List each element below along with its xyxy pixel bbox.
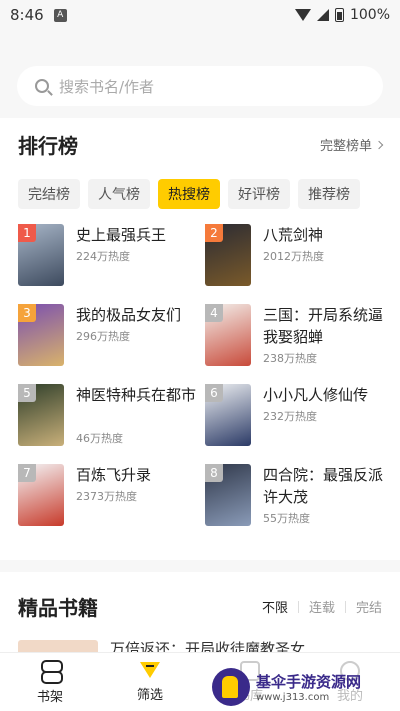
nav-bookshelf-label: 书架 (36, 689, 63, 705)
rank-number: 2 (205, 224, 223, 242)
wifi-icon (294, 9, 311, 21)
tab-hot-search[interactable]: 热搜榜 (158, 179, 220, 209)
full-ranking-label: 完整榜单 (319, 139, 372, 154)
book-title: 神医特种兵在都市 (76, 386, 197, 404)
book-title: 史上最强兵王 (76, 226, 167, 244)
book-heat: 232万热度 (263, 410, 317, 423)
premium-section: 精品书籍 不限 连载 完结 万倍返还：开局收徒魔教圣女 (0, 572, 400, 652)
watermark-url: www.j313.com (256, 692, 330, 703)
nav-bookshelf[interactable]: 书架 (0, 653, 100, 711)
rank-number: 8 (205, 464, 223, 482)
rank-item[interactable]: 6 小小凡人修仙传 232万热度 (205, 384, 390, 456)
search-box[interactable]: 搜索书名/作者 (17, 66, 383, 106)
ranking-header: 排行榜 完整榜单 (0, 118, 400, 159)
book-heat: 55万热度 (263, 512, 310, 525)
book-heat: 2373万热度 (76, 490, 137, 503)
rank-number: 4 (205, 304, 223, 322)
search-placeholder: 搜索书名/作者 (59, 77, 155, 96)
rank-item[interactable]: 3 我的极品女友们 296万热度 (18, 304, 203, 376)
signal-icon (316, 9, 329, 21)
battery-icon (334, 8, 344, 22)
premium-header: 精品书籍 不限 连载 完结 (0, 572, 400, 621)
rank-item[interactable]: 2 八荒剑神 2012万热度 (205, 224, 390, 296)
watermark-text: 基伞手游资源网 www.j313.com (256, 671, 361, 703)
divider (344, 600, 346, 613)
battery-percent: 100% (349, 7, 390, 23)
book-title: 我的极品女友们 (76, 306, 182, 324)
book-heat: 238万热度 (263, 352, 317, 365)
book-title: 小小凡人修仙传 (263, 386, 369, 404)
book-title: 八荒剑神 (263, 226, 324, 244)
rank-item[interactable]: 4 三国：开局系统逼我娶貂蝉 238万热度 (205, 304, 390, 376)
status-time: 8:46 (10, 6, 44, 24)
nav-filter[interactable]: 筛选 (100, 653, 200, 711)
status-right: 100% (294, 7, 390, 23)
watermark: 基伞手游资源网 www.j313.com (212, 664, 398, 710)
filter-ongoing[interactable]: 连载 (309, 597, 335, 616)
search-bar[interactable]: 搜索书名/作者 (17, 66, 383, 106)
rank-number: 5 (18, 384, 36, 402)
watermark-title: 基伞手游资源网 (256, 673, 362, 691)
book-heat: 2012万热度 (263, 250, 324, 263)
rank-number: 3 (18, 304, 36, 322)
premium-filters: 不限 连载 完结 (262, 597, 382, 616)
book-heat: 296万热度 (76, 330, 130, 343)
divider (297, 600, 299, 613)
rank-number: 7 (18, 464, 36, 482)
tab-top-rated[interactable]: 好评榜 (228, 179, 290, 209)
rank-number: 6 (205, 384, 223, 402)
rank-item[interactable]: 7 百炼飞升录 2373万热度 (18, 464, 203, 536)
full-ranking-link[interactable]: 完整榜单 (319, 135, 384, 154)
nav-filter-label: 筛选 (136, 687, 163, 703)
rank-item[interactable]: 5 神医特种兵在都市 46万热度 (18, 384, 203, 456)
rank-item[interactable]: 1 史上最强兵王 224万热度 (18, 224, 203, 296)
filter-icon (140, 661, 160, 680)
status-bar: 8:46 A 100% (0, 0, 400, 30)
chevron-right-icon (374, 140, 384, 149)
watermark-logo (212, 668, 250, 706)
ranking-title: 排行榜 (18, 134, 78, 158)
filter-finished[interactable]: 完结 (356, 597, 382, 616)
filter-all[interactable]: 不限 (262, 597, 288, 616)
bookshelf-icon (40, 659, 63, 684)
book-heat: 224万热度 (76, 250, 130, 263)
premium-book-cover[interactable] (18, 640, 98, 652)
premium-title: 精品书籍 (18, 596, 98, 620)
rank-item[interactable]: 8 四合院：最强反派许大茂 55万热度 (205, 464, 390, 536)
notification-a-icon: A (53, 8, 67, 22)
ranking-section: 排行榜 完整榜单 完结榜 人气榜 热搜榜 好评榜 推荐榜 1 史上最强兵王 22… (0, 118, 400, 560)
book-title: 四合院：最强反派许大茂 (263, 466, 384, 506)
rank-number: 1 (18, 224, 36, 242)
book-title: 三国：开局系统逼我娶貂蝉 (263, 306, 384, 346)
premium-book-title[interactable]: 万倍返还：开局收徒魔教圣女 (110, 638, 350, 652)
ranking-tabs: 完结榜 人气榜 热搜榜 好评榜 推荐榜 (0, 179, 400, 209)
search-icon (35, 79, 49, 93)
tab-completed[interactable]: 完结榜 (18, 179, 80, 209)
tab-recommended[interactable]: 推荐榜 (298, 179, 360, 209)
book-title: 百炼飞升录 (76, 466, 152, 484)
book-heat: 46万热度 (76, 432, 123, 445)
tab-popular[interactable]: 人气榜 (88, 179, 150, 209)
